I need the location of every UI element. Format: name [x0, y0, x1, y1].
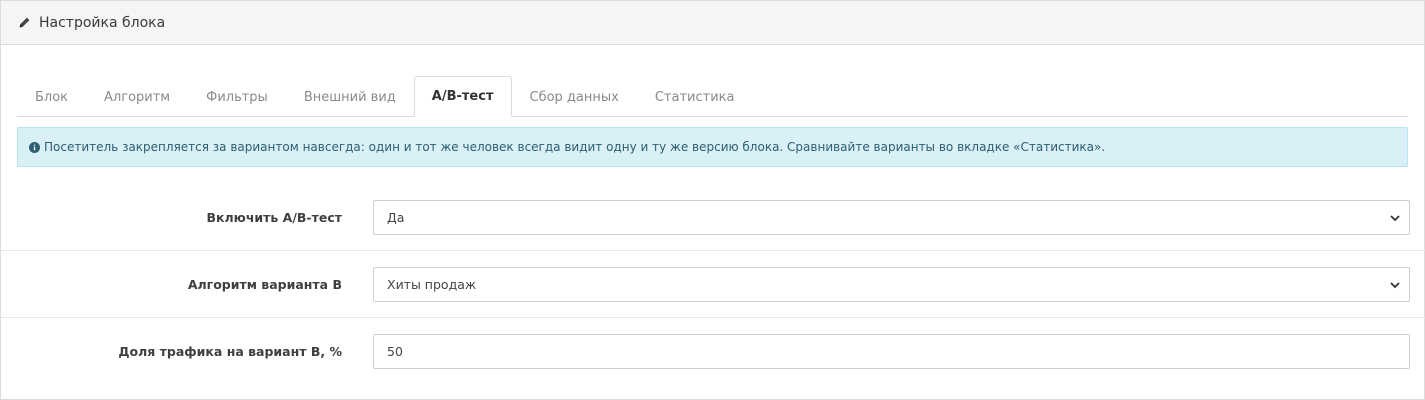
enable-ab-select[interactable]: Да: [373, 199, 1410, 235]
tab-algorithm[interactable]: Алгоритм: [86, 76, 188, 117]
variant-b-algorithm-label: Алгоритм варианта B: [187, 276, 342, 292]
tab-data-collection[interactable]: Сбор данных: [512, 76, 637, 117]
chevron-down-icon: [1390, 281, 1400, 288]
tab-filters[interactable]: Фильтры: [188, 76, 286, 117]
tab-statistics[interactable]: Статистика: [637, 76, 753, 117]
tab-block[interactable]: Блок: [17, 76, 86, 117]
form-row-variant-b-algorithm: Алгоритм варианта B Хиты продаж: [1, 251, 1425, 318]
info-circle-icon: [29, 141, 40, 153]
settings-panel: Настройка блока Блок Алгоритм Фильтры Вн…: [0, 0, 1425, 400]
form-row-enable-ab: Включить A/B-тест Да: [1, 184, 1425, 251]
form-row-traffic-share: Доля трафика на вариант B, % 50: [1, 318, 1425, 385]
tab-bar: Блок Алгоритм Фильтры Внешний вид A/B-те…: [17, 61, 1408, 117]
tab-appearance[interactable]: Внешний вид: [286, 76, 414, 117]
alert-text: Посетитель закрепляется за вариантом нав…: [44, 140, 1106, 154]
panel-title: Настройка блока: [39, 14, 166, 31]
pencil-icon: [17, 16, 31, 30]
traffic-share-label: Доля трафика на вариант B, %: [118, 344, 342, 359]
variant-b-algorithm-select[interactable]: Хиты продаж: [373, 266, 1410, 302]
enable-ab-label: Включить A/B-тест: [206, 209, 343, 225]
chevron-down-icon: [1390, 214, 1400, 221]
variant-b-algorithm-value: Хиты продаж: [387, 276, 477, 292]
panel-heading: Настройка блока: [1, 1, 1424, 45]
traffic-share-value: 50: [387, 344, 403, 359]
info-alert: Посетитель закрепляется за вариантом нав…: [17, 127, 1408, 167]
panel-body: Блок Алгоритм Фильтры Внешний вид A/B-те…: [1, 45, 1425, 369]
traffic-share-input[interactable]: 50: [373, 334, 1410, 369]
tab-ab-test[interactable]: A/B-тест: [413, 76, 512, 117]
enable-ab-value: Да: [387, 209, 405, 225]
